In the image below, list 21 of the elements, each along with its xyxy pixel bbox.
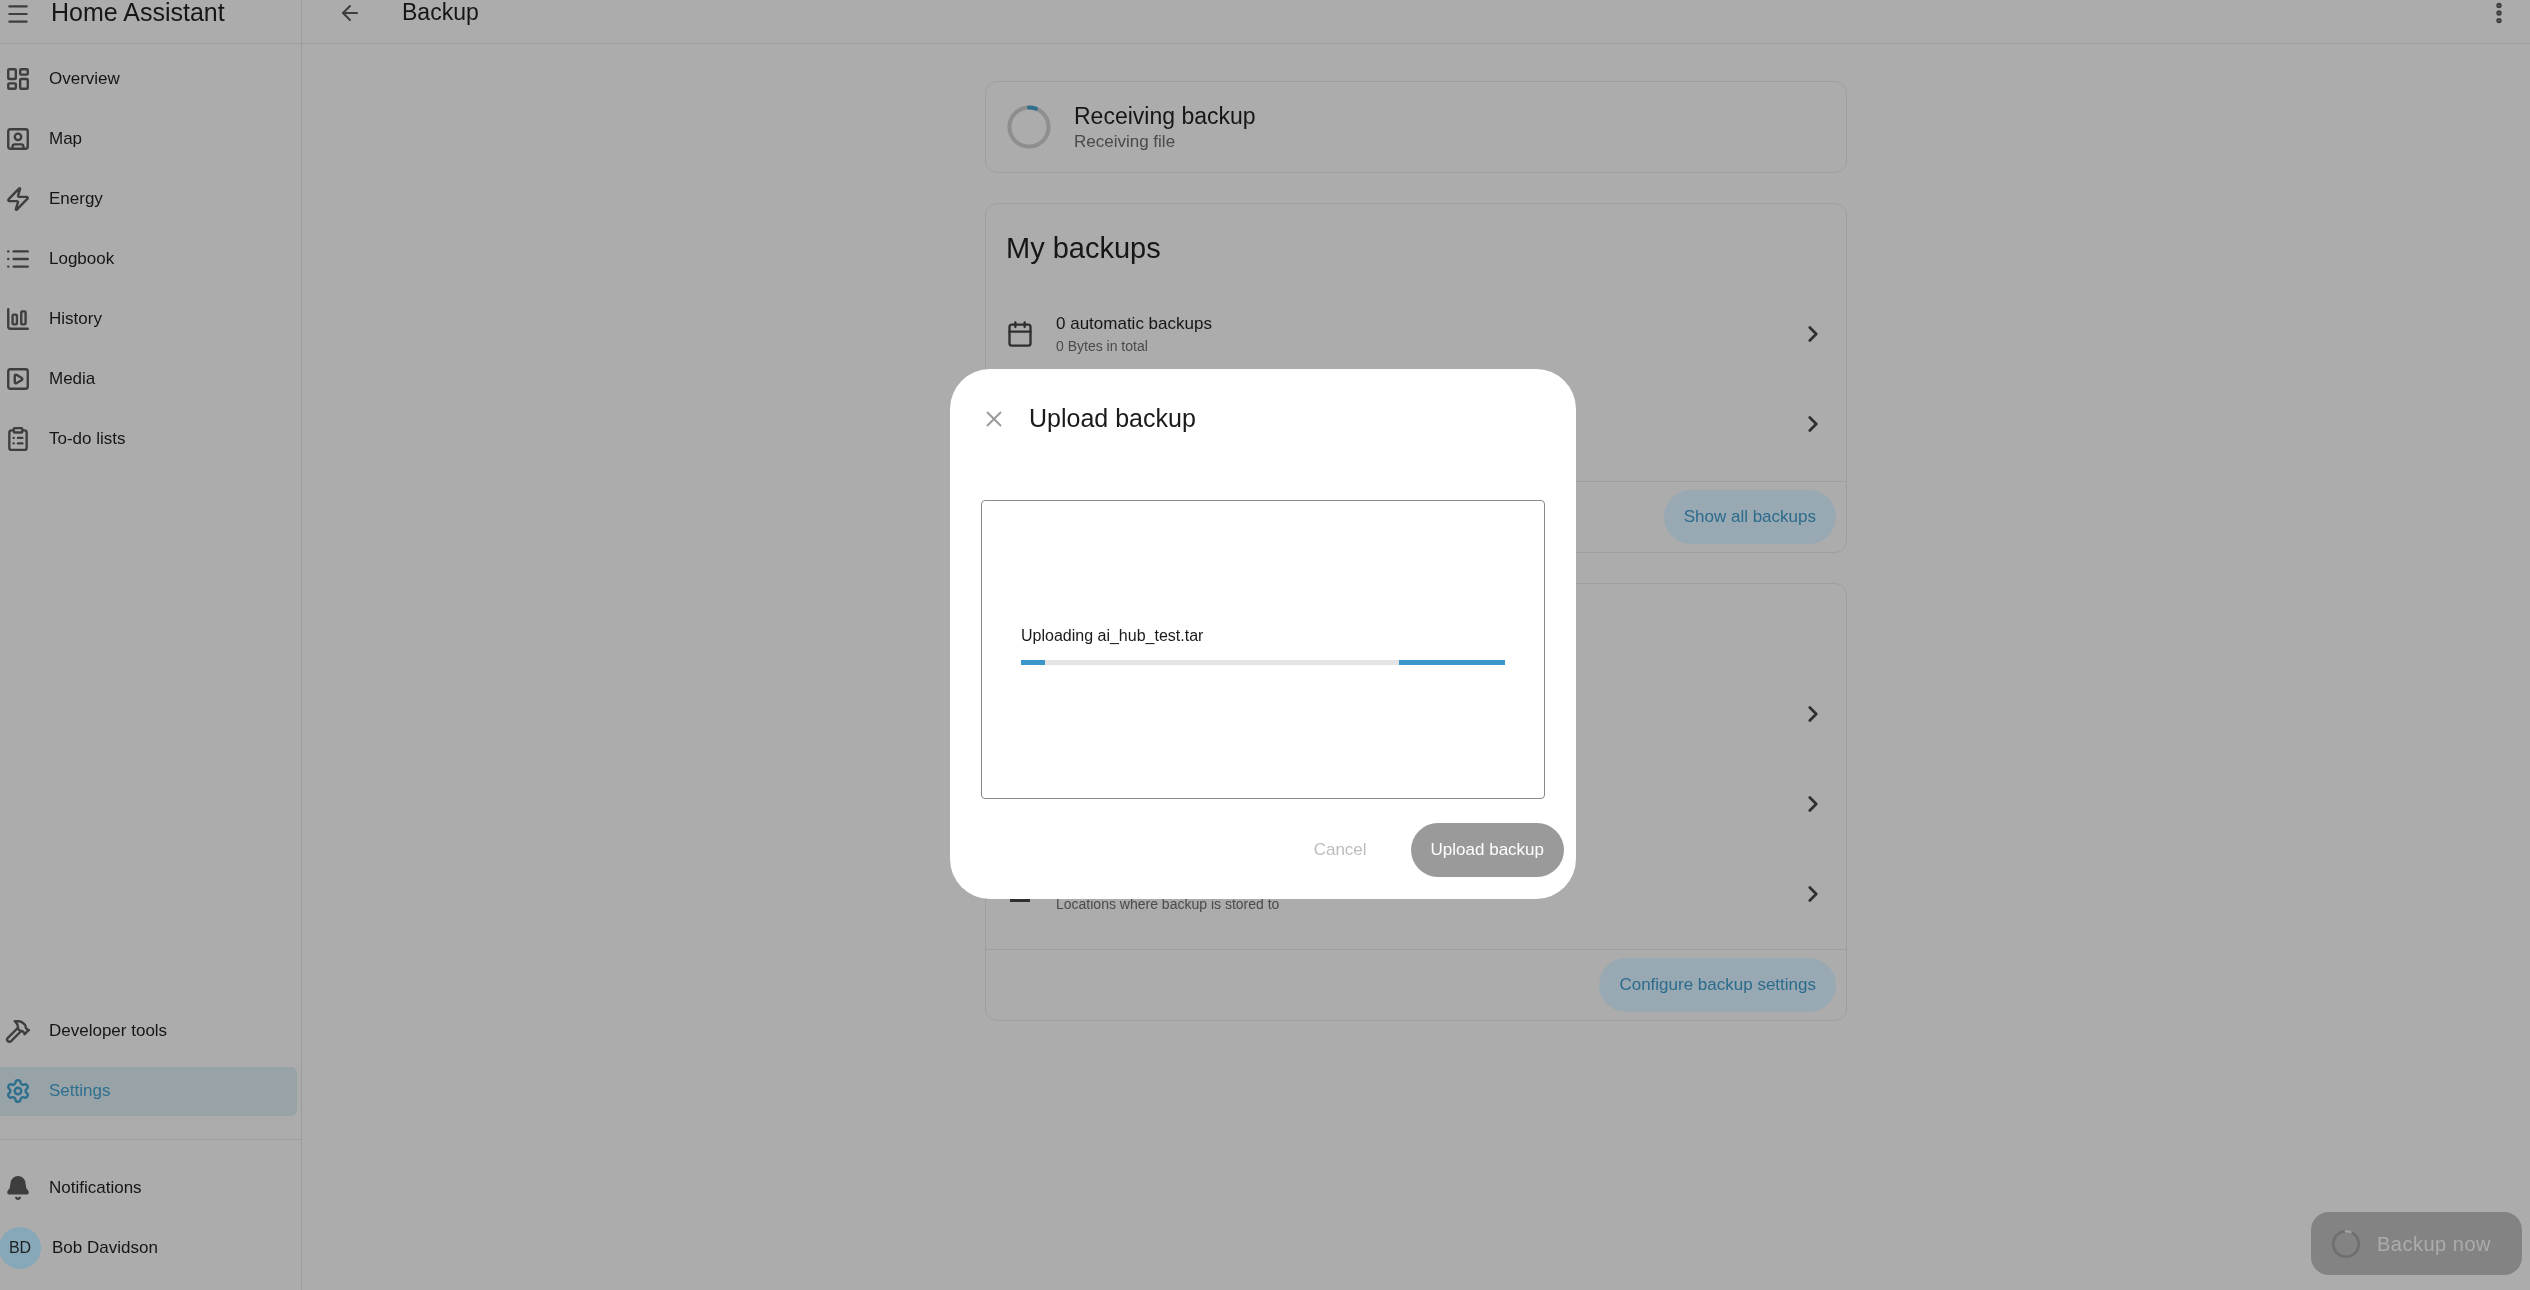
- status-title: Receiving backup: [1074, 102, 1256, 131]
- notifications-item[interactable]: Notifications: [0, 1163, 297, 1213]
- user-avatar[interactable]: BD: [0, 1227, 41, 1269]
- sidebar-item[interactable]: Logbook: [0, 234, 297, 284]
- sidebar-item[interactable]: To-do lists: [0, 414, 297, 464]
- page-title: Backup: [402, 1, 479, 24]
- user-name: Bob Davidson: [52, 1237, 158, 1260]
- dialog-title: Upload backup: [1029, 403, 1196, 435]
- row-title: 0 automatic backups: [1056, 312, 1212, 335]
- sidebar-item[interactable]: Map: [0, 114, 297, 164]
- row-subtitle: 0 Bytes in total: [1056, 337, 1149, 357]
- sidebar-item[interactable]: Developer tools: [0, 1006, 297, 1056]
- card-heading: My backups: [1006, 230, 1161, 266]
- status-subtitle: Receiving file: [1074, 130, 1177, 152]
- sidebar-item[interactable]: Overview: [0, 54, 297, 104]
- sidebar-item[interactable]: Media: [0, 354, 297, 404]
- sidebar-item[interactable]: Energy: [0, 174, 297, 224]
- upload-status: Uploading ai_hub_test.tar: [1021, 626, 1205, 646]
- sidebar-item[interactable]: History: [0, 294, 297, 344]
- row-subtitle: Locations where backup is stored to: [1056, 894, 1280, 914]
- app-title: Home Assistant: [51, 0, 225, 25]
